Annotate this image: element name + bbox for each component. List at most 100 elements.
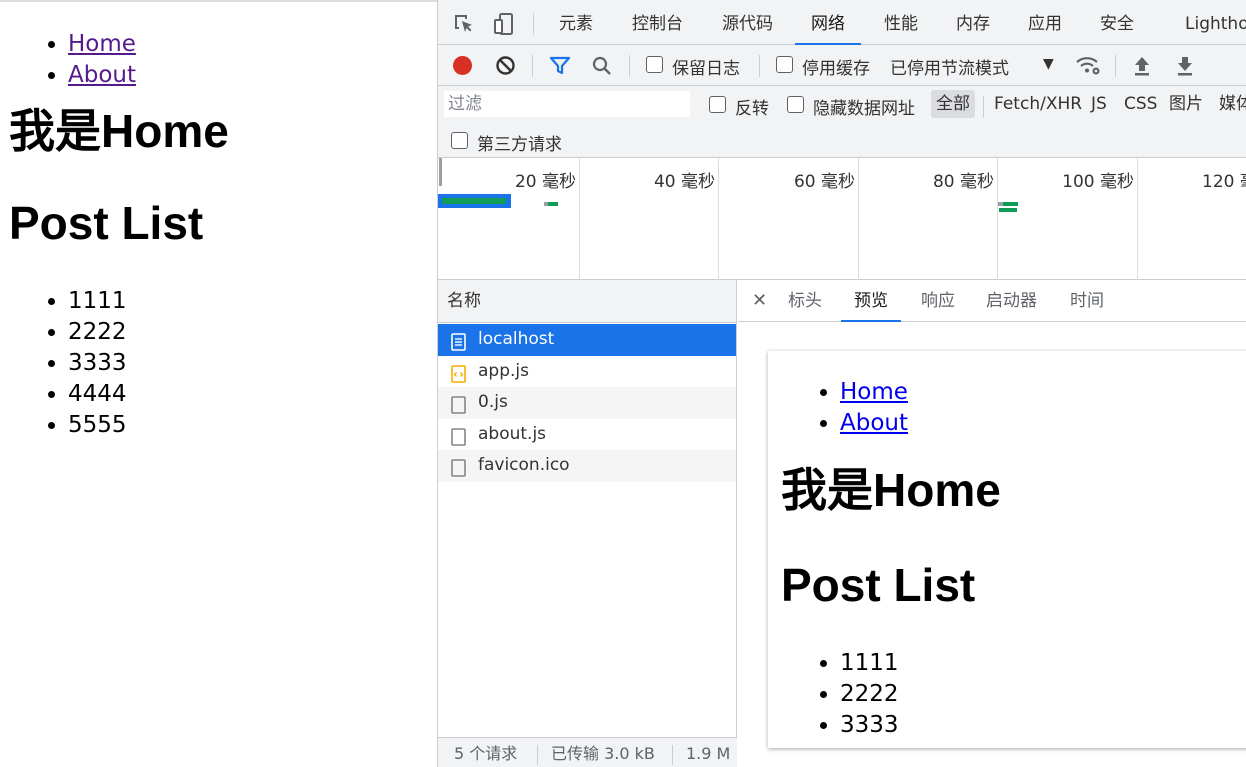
- request-bar: [442, 198, 506, 204]
- tick-label: 20 毫秒: [514, 172, 576, 192]
- post-item: 4444: [68, 379, 437, 410]
- request-row-app-js[interactable]: app.js: [438, 356, 736, 388]
- response-preview: Home About 我是Home Post List 1111 2222 33…: [768, 351, 1246, 748]
- upload-icon[interactable]: [1132, 55, 1152, 77]
- close-icon[interactable]: ✕: [752, 290, 767, 311]
- file-icon: [451, 394, 466, 414]
- record-icon[interactable]: [452, 55, 473, 76]
- tab-lighthouse[interactable]: Lighthouse: [1185, 0, 1246, 45]
- filter-separator: [983, 96, 984, 118]
- filter-input[interactable]: 过滤: [444, 91, 690, 117]
- preview-post-item: 2222: [840, 679, 1246, 710]
- devtools-tabbar: 元素 控制台 源代码 网络 性能 内存 应用 安全 Lighthouse: [438, 0, 1246, 45]
- tab-application[interactable]: 应用: [1028, 0, 1062, 45]
- download-icon[interactable]: [1175, 55, 1195, 77]
- resources-size: 1.9 M: [686, 744, 731, 763]
- tab-network[interactable]: 网络: [795, 0, 861, 45]
- network-status-bar: 5 个请求 已传输 3.0 kB 1.9 M: [438, 737, 737, 767]
- network-toolbar: 保留日志 停用缓存 已停用节流模式 ▼: [438, 45, 1246, 86]
- invert-label: 反转: [735, 99, 769, 119]
- detail-tabbar: ✕ 标头 预览 响应 启动器 时间: [738, 280, 1246, 322]
- throttling-select[interactable]: 已停用节流模式: [890, 54, 1009, 79]
- tab-memory[interactable]: 内存: [956, 0, 990, 45]
- toolbar-separator: [759, 55, 760, 77]
- tick-label: 60 毫秒: [793, 172, 855, 192]
- tab-initiator[interactable]: 启动器: [986, 280, 1037, 322]
- preserve-log-checkbox[interactable]: [646, 56, 663, 73]
- page-nav-item: Home: [68, 29, 437, 60]
- type-filter-js[interactable]: JS: [1086, 90, 1112, 118]
- clear-icon[interactable]: [495, 55, 516, 76]
- transferred-size: 已传输 3.0 kB: [551, 744, 655, 763]
- request-bar: [999, 208, 1017, 212]
- tick-label: 40 毫秒: [653, 172, 715, 192]
- tab-performance[interactable]: 性能: [884, 0, 918, 45]
- post-item: 1111: [68, 286, 437, 317]
- disable-cache-label: 停用缓存: [802, 59, 870, 79]
- grid-line: [718, 158, 719, 280]
- preview-link-about[interactable]: About: [840, 410, 908, 436]
- nav-link-home[interactable]: Home: [68, 31, 136, 57]
- tab-timing[interactable]: 时间: [1070, 280, 1104, 322]
- post-list-heading: Post List: [9, 197, 204, 249]
- request-row-about-js[interactable]: about.js: [438, 419, 736, 451]
- invert-checkbox[interactable]: [709, 96, 726, 113]
- status-separator: [537, 745, 538, 765]
- search-icon[interactable]: [591, 55, 613, 77]
- filter-icon[interactable]: [549, 55, 571, 76]
- type-filter-media[interactable]: 媒体: [1214, 90, 1246, 118]
- tab-headers[interactable]: 标头: [788, 280, 822, 322]
- request-list: 名称 localhost app.js 0.js about.js favico…: [438, 280, 737, 767]
- request-name: 0.js: [478, 392, 508, 412]
- device-toolbar-icon[interactable]: [492, 12, 516, 36]
- chevron-down-icon[interactable]: ▼: [1043, 56, 1054, 72]
- tab-response[interactable]: 响应: [921, 280, 955, 322]
- script-icon: [451, 363, 466, 383]
- third-party-label: 第三方请求: [477, 135, 562, 155]
- disable-cache-checkbox[interactable]: [776, 56, 793, 73]
- grid-line: [1137, 158, 1138, 280]
- filter-bar: 过滤 反转 隐藏数据网址 全部 Fetch/XHR JS CSS 图片 媒体 第…: [438, 86, 1246, 158]
- tab-console[interactable]: 控制台: [632, 0, 683, 45]
- preview-post-item: 3333: [840, 710, 1246, 741]
- request-row-localhost[interactable]: localhost: [438, 324, 736, 356]
- post-item: 2222: [68, 317, 437, 348]
- preview-nav-item: Home: [840, 377, 1246, 408]
- file-icon: [451, 457, 466, 477]
- name-column-header[interactable]: 名称: [438, 280, 736, 323]
- type-filter-fetch-xhr[interactable]: Fetch/XHR: [989, 90, 1087, 118]
- tick-label: 120 毫秒: [1202, 172, 1246, 192]
- network-conditions-icon[interactable]: [1075, 53, 1101, 77]
- preview-heading: 我是Home: [781, 464, 1001, 516]
- page-heading: 我是Home: [9, 105, 229, 157]
- overview-start-marker: [439, 158, 442, 186]
- tab-security[interactable]: 安全: [1100, 0, 1134, 45]
- third-party-checkbox[interactable]: [451, 132, 468, 149]
- preview-nav-item: About: [840, 408, 1246, 439]
- document-icon: [451, 331, 466, 351]
- post-list: 1111 2222 3333 4444 5555: [0, 286, 437, 441]
- request-name: about.js: [478, 423, 547, 444]
- type-filter-css[interactable]: CSS: [1119, 90, 1162, 118]
- tab-preview[interactable]: 预览: [841, 280, 901, 322]
- type-filter-all[interactable]: 全部: [931, 90, 975, 118]
- toolbar-separator: [1115, 55, 1116, 77]
- tab-elements[interactable]: 元素: [559, 0, 593, 45]
- grid-line: [579, 158, 580, 280]
- request-row-0-js[interactable]: 0.js: [438, 387, 736, 419]
- inspect-element-icon[interactable]: [452, 12, 476, 36]
- hide-data-urls-checkbox[interactable]: [787, 96, 804, 113]
- rendered-page: Home About 我是Home Post List 1111 2222 33…: [0, 0, 437, 767]
- page-nav: Home About: [0, 29, 437, 91]
- status-separator: [672, 745, 673, 765]
- nav-link-about[interactable]: About: [68, 62, 136, 88]
- preview-link-home[interactable]: Home: [840, 379, 908, 405]
- request-bar: [548, 202, 558, 206]
- toolbar-separator: [532, 55, 533, 77]
- preserve-log-label: 保留日志: [672, 59, 740, 79]
- type-filter-images[interactable]: 图片: [1164, 90, 1208, 118]
- request-row-favicon[interactable]: favicon.ico: [438, 450, 736, 482]
- network-overview[interactable]: 20 毫秒 40 毫秒 60 毫秒 80 毫秒 100 毫秒 120 毫秒: [438, 158, 1246, 280]
- request-rows: localhost app.js 0.js about.js favicon.i…: [438, 323, 736, 482]
- tab-sources[interactable]: 源代码: [722, 0, 773, 45]
